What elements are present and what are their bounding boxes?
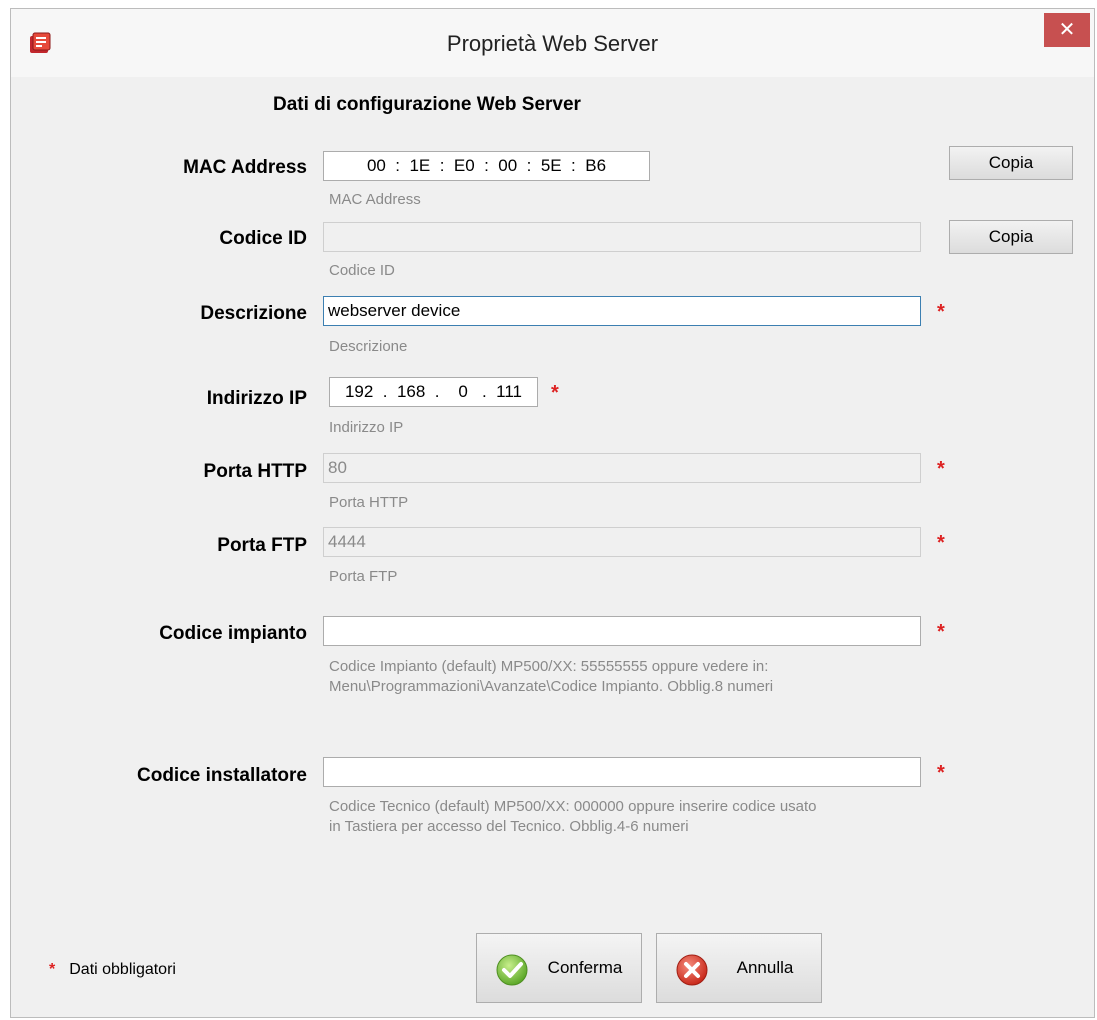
codice-id-field[interactable] — [323, 222, 921, 252]
required-legend-text: Dati obbligatori — [69, 961, 176, 978]
codice-installatore-label: Codice installatore — [137, 765, 307, 786]
cancel-button[interactable]: Annulla — [656, 933, 822, 1003]
codice-installatore-required-mark: * — [937, 762, 945, 784]
copy-mac-button[interactable]: Copia — [949, 146, 1073, 180]
close-icon: ✕ — [1058, 19, 1076, 41]
codice-impianto-required-mark: * — [937, 621, 945, 643]
porta-ftp-hint: Porta FTP — [329, 568, 398, 585]
porta-http-field[interactable]: 80 — [323, 453, 921, 483]
codice-installatore-hint-line1: Codice Tecnico (default) MP500/XX: 00000… — [329, 798, 817, 815]
porta-http-label: Porta HTTP — [203, 461, 307, 482]
cancel-x-icon — [675, 953, 709, 987]
indirizzo-ip-label: Indirizzo IP — [206, 388, 307, 409]
indirizzo-ip-required-mark: * — [551, 382, 559, 404]
codice-id-hint: Codice ID — [329, 262, 395, 279]
title-bar: Proprietà Web Server ✕ — [11, 9, 1094, 77]
mac-address-hint: MAC Address — [329, 191, 421, 208]
descrizione-hint: Descrizione — [329, 338, 408, 355]
check-icon — [495, 953, 529, 987]
confirm-label: Conferma — [547, 958, 623, 977]
cancel-label: Annulla — [736, 958, 794, 977]
window-title: Proprietà Web Server — [446, 31, 659, 56]
required-legend: * Dati obbligatori — [49, 961, 176, 979]
mac-address-field[interactable]: 00 : 1E : E0 : 00 : 5E : B6 — [323, 151, 650, 181]
codice-installatore-hint-line2: in Tastiera per accesso del Tecnico. Obb… — [329, 818, 689, 835]
codice-id-label: Codice ID — [219, 228, 307, 249]
form-heading: Dati di configurazione Web Server — [273, 94, 581, 115]
confirm-button[interactable]: Conferma — [476, 933, 642, 1003]
porta-ftp-label: Porta FTP — [217, 535, 307, 556]
required-legend-star: * — [49, 961, 56, 978]
descrizione-label: Descrizione — [200, 303, 307, 324]
codice-impianto-label: Codice impianto — [159, 623, 307, 644]
codice-impianto-field[interactable] — [323, 616, 921, 646]
indirizzo-ip-hint: Indirizzo IP — [329, 419, 404, 436]
porta-ftp-required-mark: * — [937, 532, 945, 554]
copy-codice-id-button[interactable]: Copia — [949, 220, 1073, 254]
porta-ftp-field[interactable]: 4444 — [323, 527, 921, 557]
codice-installatore-field[interactable] — [323, 757, 921, 787]
mac-address-label: MAC Address — [183, 157, 307, 178]
close-button[interactable]: ✕ — [1044, 13, 1090, 47]
descrizione-required-mark: * — [937, 301, 945, 323]
properties-dialog: Proprietà Web Server ✕ Dati di configura… — [10, 8, 1095, 1018]
codice-impianto-hint-line2: Menu\Programmazioni\Avanzate\Codice Impi… — [329, 678, 774, 695]
descrizione-field[interactable]: webserver device — [323, 296, 921, 326]
indirizzo-ip-field[interactable]: 192 . 168 . 0 . 111 — [329, 377, 538, 407]
porta-http-required-mark: * — [937, 458, 945, 480]
codice-impianto-hint-line1: Codice Impianto (default) MP500/XX: 5555… — [329, 658, 769, 675]
porta-http-hint: Porta HTTP — [329, 494, 409, 511]
